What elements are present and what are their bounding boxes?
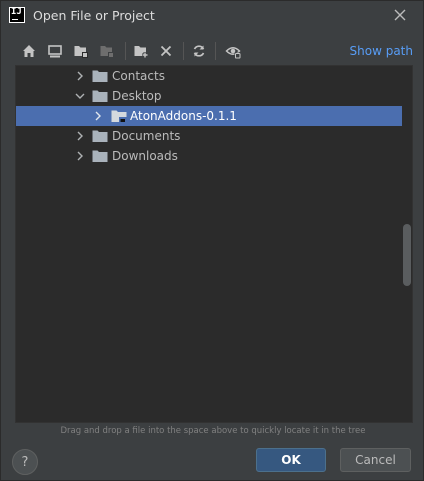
help-button[interactable]: ? — [12, 449, 38, 475]
toolbar-separator — [125, 42, 126, 60]
chevron-right-icon[interactable] — [92, 110, 104, 122]
module-folder-icon[interactable] — [97, 41, 117, 61]
show-path-link[interactable]: Show path — [350, 44, 413, 58]
ok-button[interactable]: OK — [256, 448, 326, 472]
tree-scrollbar[interactable] — [403, 224, 411, 286]
chevron-right-icon[interactable] — [74, 150, 86, 162]
tree-item-desktop[interactable]: Desktop — [16, 86, 402, 106]
tree-item-label: AtonAddons-0.1.1 — [130, 109, 237, 123]
folder-icon — [92, 150, 108, 162]
tree-item-label: Downloads — [112, 149, 178, 163]
intellij-app-icon: IJ — [9, 7, 25, 23]
file-tree[interactable]: Contacts Desktop AtonAddons-0.1.1 Docume… — [15, 65, 413, 423]
folder-icon — [92, 70, 108, 82]
title-bar: IJ Open File or Project — [1, 1, 423, 31]
close-icon[interactable] — [391, 6, 409, 24]
desktop-icon[interactable] — [45, 41, 65, 61]
toolbar-separator — [183, 42, 184, 60]
delete-icon[interactable] — [156, 41, 176, 61]
folder-icon — [92, 130, 108, 142]
chevron-right-icon[interactable] — [74, 130, 86, 142]
drag-drop-hint: Drag and drop a file into the space abov… — [60, 426, 366, 436]
folder-icon — [92, 90, 108, 102]
new-folder-icon[interactable] — [131, 41, 151, 61]
app-icon-text: IJ — [11, 7, 22, 17]
toolbar-separator — [215, 42, 216, 60]
home-icon[interactable] — [19, 41, 39, 61]
tree-item-label: Desktop — [112, 89, 162, 103]
tree-item-contacts[interactable]: Contacts — [16, 66, 402, 86]
module-folder-icon — [111, 110, 127, 123]
tree-item-label: Contacts — [112, 69, 165, 83]
open-file-dialog: IJ Open File or Project Show path Contac… — [0, 0, 424, 481]
tree-item-label: Documents — [112, 129, 181, 143]
window-title: Open File or Project — [33, 8, 155, 23]
toolbar: Show path — [15, 39, 413, 63]
hidden-files-icon[interactable] — [223, 41, 243, 61]
tree-item-downloads[interactable]: Downloads — [16, 146, 402, 166]
project-folder-icon[interactable] — [71, 41, 91, 61]
chevron-down-icon[interactable] — [74, 90, 86, 102]
refresh-icon[interactable] — [189, 41, 209, 61]
cancel-button[interactable]: Cancel — [340, 448, 411, 472]
tree-item-atonaddons[interactable]: AtonAddons-0.1.1 — [16, 106, 402, 126]
tree-item-documents[interactable]: Documents — [16, 126, 402, 146]
chevron-right-icon[interactable] — [74, 70, 86, 82]
